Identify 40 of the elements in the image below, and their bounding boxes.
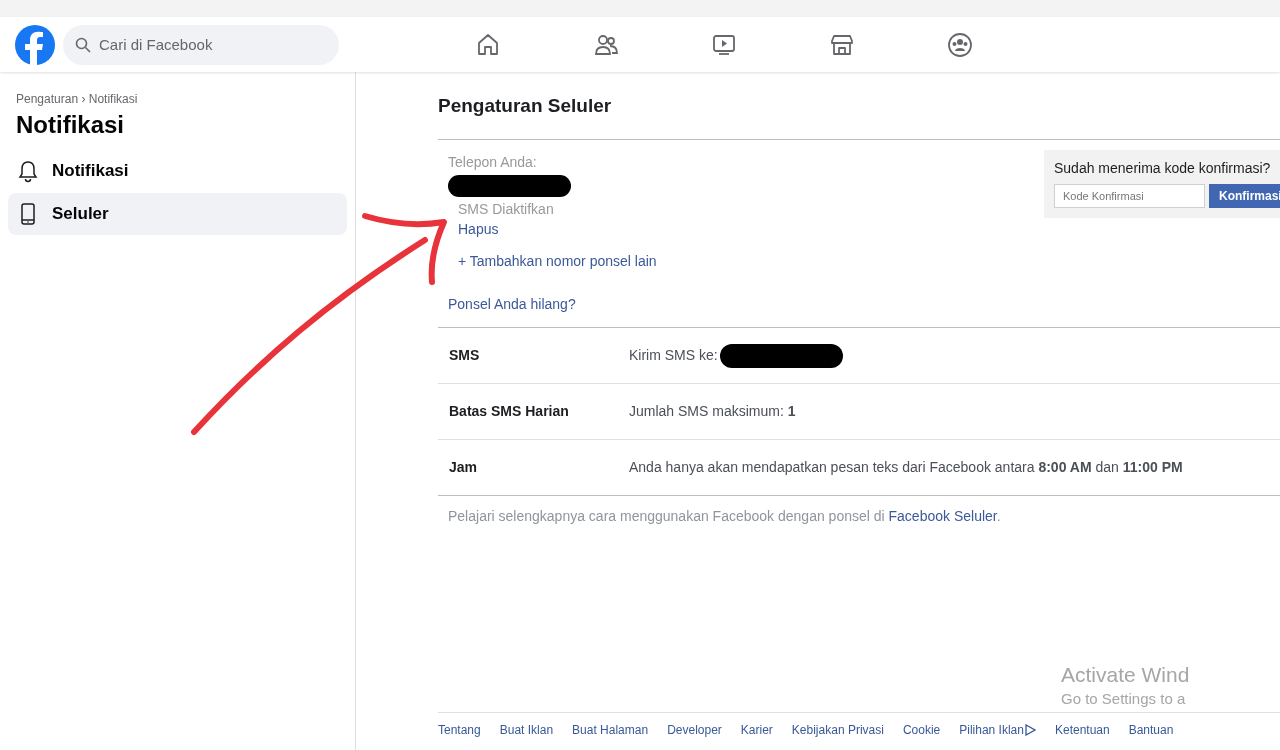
breadcrumb: Pengaturan › Notifikasi <box>15 91 139 108</box>
phone-label: Telepon Anda: <box>448 153 537 172</box>
remove-link[interactable]: Hapus <box>458 219 499 239</box>
ad-choices-icon <box>1023 724 1036 736</box>
search-field[interactable]: Cari di Facebook <box>63 24 339 65</box>
mobile-link[interactable]: Facebook Seluler <box>888 508 997 524</box>
row-value: Anda hanya akan mendapatkan pesan teks dari Facebook antara 8:00 AM dan 11:00 PM <box>629 458 1183 477</box>
footer-link[interactable]: Karier <box>740 721 773 739</box>
footer-link[interactable]: Buat Iklan <box>499 721 554 739</box>
confirm-question: Sudah menerima kode konfirmasi? <box>1054 159 1272 178</box>
sidebar-item[interactable]: Notifikasi <box>8 150 347 192</box>
activation-title: Activate Wind <box>1061 662 1190 688</box>
add-phone-link[interactable]: + Tambahkan nomor ponsel lain <box>458 251 657 272</box>
footer-link[interactable]: Ketentuan <box>1054 721 1110 739</box>
footer-link[interactable]: Cookie <box>902 721 941 739</box>
footer-link[interactable]: Kebijakan Privasi <box>791 721 884 739</box>
row-value: Jumlah SMS maksimum: 1 <box>629 402 796 421</box>
logo-icon[interactable] <box>15 24 55 65</box>
footer-link[interactable]: Buat Halaman <box>572 721 649 739</box>
page-title: Pengaturan Seluler <box>438 94 613 118</box>
info-text: Pelajari selengkapnya cara menggunakan Facebook dengan ponsel di Facebook Seluler. <box>447 507 1002 526</box>
footer-link[interactable]: Tentang <box>438 721 481 739</box>
home-icon[interactable] <box>475 31 501 58</box>
search-icon <box>75 36 91 53</box>
row-value: Kirim SMS ke: <box>629 346 718 365</box>
row-label: SMS <box>448 346 481 365</box>
code-field[interactable]: Kode Konfirmasi <box>1054 184 1205 208</box>
footer-link[interactable]: Pilihan Iklan <box>959 721 1036 739</box>
footer-link[interactable]: Developer <box>667 721 722 739</box>
row-label: Batas SMS Harian <box>448 402 570 421</box>
bell-icon <box>16 159 40 183</box>
row-label: Jam <box>448 458 479 477</box>
activation-subtitle: Go to Settings to a <box>1061 689 1187 709</box>
sms-status: SMS Diaktifkan <box>458 200 555 219</box>
confirm-button[interactable]: Konfirmasi <box>1209 184 1280 208</box>
sidebar-item[interactable]: Seluler <box>8 193 347 235</box>
footer-link[interactable]: Bantuan <box>1128 721 1174 739</box>
sidebar-title: Notifikasi <box>15 110 126 140</box>
lost-phone-link[interactable]: Ponsel Anda hilang? <box>448 294 576 315</box>
group-icon[interactable] <box>947 31 973 58</box>
